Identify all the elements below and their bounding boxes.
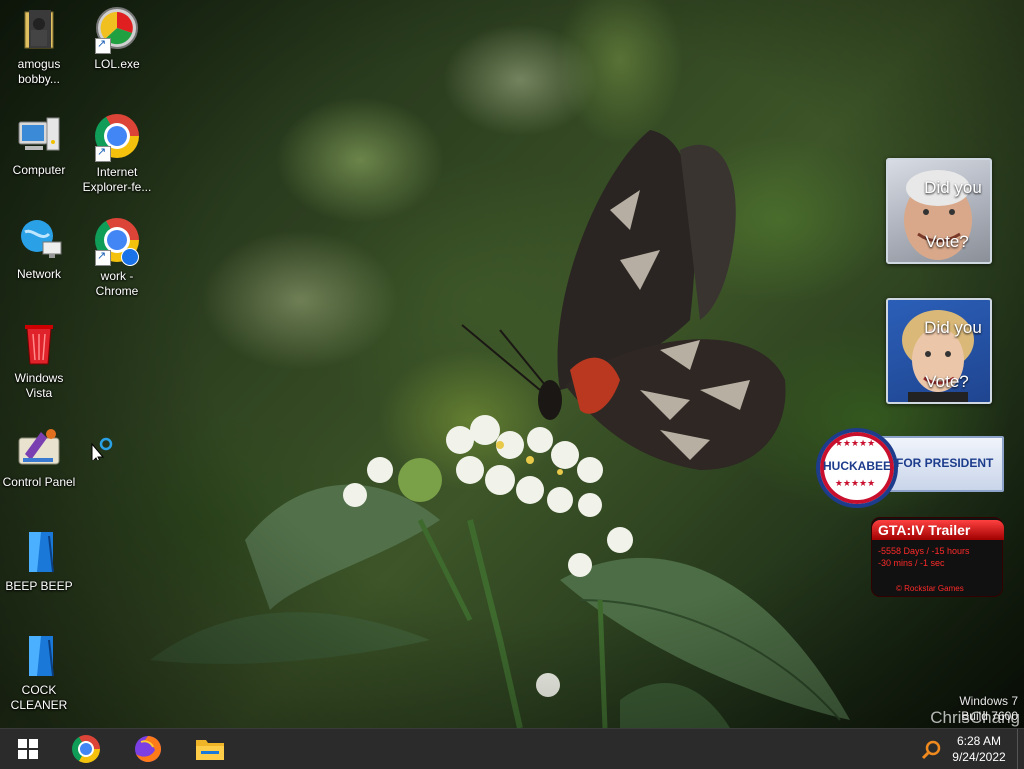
chrome-profile-icon	[93, 218, 141, 266]
icon-work-chrome[interactable]: work - Chrome	[78, 216, 156, 299]
profile-badge-icon	[121, 248, 139, 266]
taskbar-file-explorer[interactable]	[184, 729, 236, 769]
gadget-text-bottom: Vote?	[925, 372, 969, 391]
icon-cock-cleaner[interactable]: COCK CLEANER	[0, 632, 78, 713]
taskbar-chrome[interactable]	[60, 729, 112, 769]
icon-label-line2: Chrome	[95, 284, 139, 298]
shortcut-arrow-icon	[95, 249, 111, 266]
shortcut-arrow-icon	[95, 145, 111, 162]
icon-control-panel[interactable]: Control Panel	[0, 424, 78, 490]
icon-amogus-bobby[interactable]: amogus bobby...	[0, 6, 78, 87]
gadget-text-bottom: Vote?	[925, 232, 969, 251]
windows-logo-icon	[18, 739, 38, 759]
huckabee-suffix: FOR PRESIDENT	[896, 456, 994, 470]
icon-label: Computer	[12, 163, 66, 177]
gta-title: GTA:IV Trailer	[872, 520, 1004, 540]
system-clock[interactable]: 6:28 AM 9/24/2022	[944, 733, 1014, 765]
icon-beep-beep[interactable]: BEEP BEEP	[0, 528, 78, 594]
clock-date: 9/24/2022	[952, 750, 1006, 764]
icon-internet-explorer[interactable]: Internet Explorer-fe...	[78, 112, 156, 195]
clock-time: 6:28 AM	[956, 734, 1002, 748]
icon-label-line2: bobby...	[18, 72, 60, 86]
start-button[interactable]	[2, 729, 54, 769]
icon-label: COCK	[21, 683, 57, 697]
icon-computer[interactable]: Computer	[0, 112, 78, 178]
icon-label: Internet	[96, 165, 138, 179]
gta-countdown-line2: -30 mins / -1 sec	[878, 558, 945, 568]
stars-decoration: ★★★★★	[834, 478, 876, 488]
recycle-bin-icon	[15, 320, 63, 368]
icon-label: Network	[16, 267, 61, 281]
gta-countdown-gadget[interactable]: GTA:IV Trailer -5558 Days / -15 hours -3…	[872, 518, 1004, 596]
chrome-icon	[93, 114, 141, 162]
huckabee-gadget[interactable]: FOR PRESIDENT ★★★★★ HUCKABEE ★★★★★	[816, 428, 1004, 508]
blue-file-icon	[15, 528, 63, 576]
shortcut-arrow-icon	[95, 37, 111, 54]
icon-network[interactable]: Network	[0, 216, 78, 282]
stars-decoration: ★★★★★	[834, 438, 876, 448]
icon-windows-vista[interactable]: Windows Vista	[0, 320, 78, 401]
icon-label-line2: Vista	[25, 386, 53, 400]
desktop[interactable]: amogus bobby... Computer Network Windows…	[0, 0, 1024, 728]
vote-gadget-mccain[interactable]: Did you Vote?	[886, 158, 992, 264]
firefox-icon	[135, 736, 161, 762]
gadget-text-top: Did you	[924, 318, 982, 337]
taskbar-firefox[interactable]	[122, 729, 174, 769]
show-desktop-button[interactable]	[1017, 729, 1024, 769]
folder-icon	[15, 6, 63, 54]
gadget-text-top: Did you	[924, 178, 982, 197]
watermark-author: ChrisChang	[930, 708, 1020, 727]
huckabee-badge: ★★★★★ HUCKABEE ★★★★★	[816, 428, 898, 508]
icon-label: BEEP BEEP	[5, 579, 73, 593]
gta-countdown-line1: -5558 Days / -15 hours	[878, 546, 970, 556]
icon-label: Control Panel	[2, 475, 76, 489]
search-icon[interactable]	[920, 739, 942, 761]
icon-label: Windows	[14, 371, 64, 385]
vote-gadget-clinton[interactable]: Did you Vote?	[886, 298, 992, 404]
icon-label-line2: CLEANER	[10, 698, 68, 712]
chrome-icon	[72, 735, 100, 763]
folder-icon	[196, 740, 224, 760]
icon-label: LOL.exe	[94, 57, 140, 71]
taskbar: 6:28 AM 9/24/2022	[0, 728, 1024, 769]
icon-label-line2: Explorer-fe...	[82, 180, 152, 194]
mouse-cursor-busy-icon	[91, 437, 113, 460]
icon-label: work -	[100, 269, 134, 283]
icon-lol-exe[interactable]: LOL.exe	[78, 6, 156, 72]
gta-footer: © Rockstar Games	[896, 584, 964, 593]
huckabee-label: HUCKABEE	[822, 459, 891, 473]
network-globe-icon	[15, 216, 63, 264]
wallpaper-vignette	[0, 0, 1024, 728]
watermark-os: Windows 7	[959, 694, 1018, 708]
blue-file-icon	[15, 632, 63, 680]
pie-chart-icon	[93, 6, 141, 54]
control-panel-icon	[15, 424, 63, 472]
icon-label: amogus	[17, 57, 61, 71]
computer-icon	[15, 112, 63, 160]
